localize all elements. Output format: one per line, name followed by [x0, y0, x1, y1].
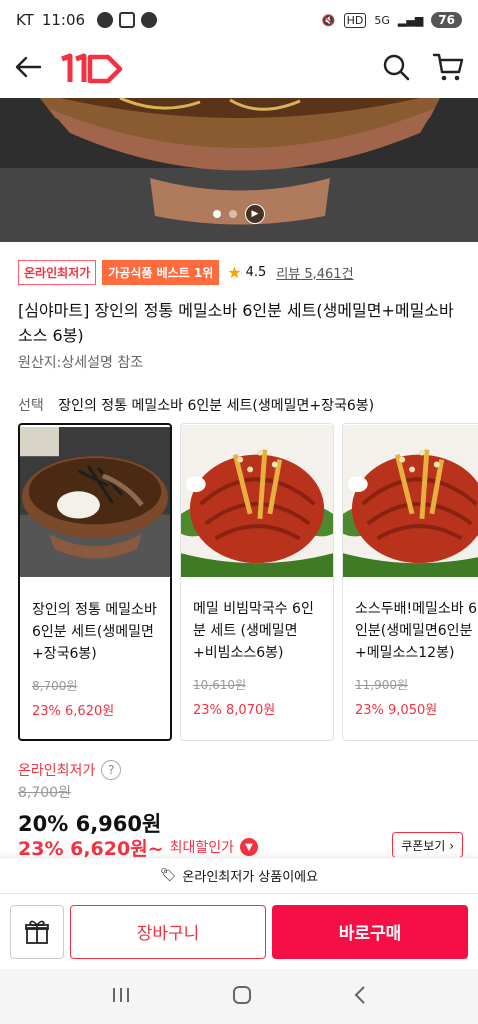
star-icon: ★: [227, 263, 242, 282]
clock: 11:06: [41, 11, 86, 29]
soba-image: [20, 427, 170, 577]
buy-now-button[interactable]: 바로구매: [272, 904, 468, 959]
selected-option-row: 선택 장인의 정통 메밀소바 6인분 세트(생메밀면+장국6봉): [18, 395, 374, 415]
instagram-notification-icon: [119, 12, 136, 28]
product-origin: 원산지:상세설명 참조: [18, 355, 144, 371]
option-list: 장인의 정통 메밀소바 6인분 세트(생메밀면+장국6봉) 8,700원 23%…: [18, 423, 478, 741]
product-title: [심야마트] 장인의 정통 메밀소바 6인분 세트(생메밀면+메밀소바소스 6봉…: [18, 301, 454, 345]
hd-icon: HD: [343, 12, 367, 28]
help-icon[interactable]: ?: [101, 760, 122, 780]
max-discount-price: 23% 6,620원~: [18, 837, 164, 859]
cart-icon[interactable]: [432, 52, 464, 86]
home-icon[interactable]: [231, 984, 253, 1010]
option-card[interactable]: 장인의 정통 메밀소바 6인분 세트(생메밀면+장국6봉) 8,700원 23%…: [18, 423, 172, 741]
option-original-price: 10,610원: [193, 678, 247, 692]
settings-notification-icon: [97, 12, 114, 28]
recent-apps-icon[interactable]: [110, 985, 132, 1009]
option-name: 소스두배!메밀소바 6인분(생메밀면6인분+메밀소스12봉): [355, 601, 478, 661]
option-sale-price: 23% 8,070원: [193, 703, 276, 718]
option-original-price: 8,700원: [32, 679, 78, 693]
play-icon[interactable]: ▶: [245, 204, 265, 224]
chevron-right-icon: ›: [449, 839, 454, 853]
gift-icon: [25, 920, 49, 944]
selected-option-value: 장인의 정통 메밀소바 6인분 세트(생메밀면+장국6봉): [58, 398, 375, 414]
battery-indicator: 76: [431, 12, 462, 28]
back-icon[interactable]: [352, 984, 368, 1010]
option-sale-price: 23% 9,050원: [355, 703, 438, 718]
sauce-soba-image: [343, 425, 478, 577]
app-header: [0, 40, 478, 98]
carousel-dot[interactable]: [229, 210, 237, 218]
carousel-indicator: ▶: [213, 204, 265, 224]
add-to-cart-button[interactable]: 장바구니: [70, 904, 266, 959]
price-block: 온라인최저가 ? 8,700원 20% 6,960원 23% 6,620원~ 최…: [18, 760, 463, 858]
select-label: 선택: [18, 398, 44, 414]
11st-logo[interactable]: [58, 53, 124, 85]
max-discount-label: 최대할인가: [169, 840, 234, 856]
back-arrow-icon[interactable]: [14, 56, 42, 82]
original-price: 8,700원: [18, 785, 71, 801]
carrier-label: KT: [16, 11, 34, 29]
mute-icon: 🔇: [321, 13, 336, 27]
price-label-row: 온라인최저가 ?: [18, 760, 463, 780]
best-seller-badge[interactable]: 가공식품 베스트 1위: [102, 260, 220, 285]
coupon-label: 쿠폰보기: [401, 839, 446, 853]
lowest-price-badge: 온라인최저가: [18, 260, 97, 285]
tag-icon: 🏷: [159, 868, 177, 883]
status-bar: KT 11:06 🔇 HD 5G ▂▄▆ 76: [0, 0, 478, 40]
rating-score: 4.5: [245, 265, 267, 280]
rating[interactable]: ★ 4.5 리뷰 5,461건: [227, 263, 353, 282]
max-discount-row[interactable]: 23% 6,620원~ 최대할인가 ▼: [18, 836, 258, 858]
chat-notification-icon: [141, 12, 158, 28]
option-card[interactable]: 메밀 비빔막국수 6인분 세트 (생메밀면+비빔소스6봉) 10,610원 23…: [180, 423, 334, 741]
price-label: 온라인최저가: [18, 763, 96, 779]
coupon-button[interactable]: 쿠폰보기 ›: [392, 832, 463, 858]
carousel-dot[interactable]: [213, 210, 221, 218]
badge-row: 온라인최저가 가공식품 베스트 1위 ★ 4.5 리뷰 5,461건: [18, 260, 354, 285]
option-card[interactable]: 소스두배!메밀소바 6인분(생메밀면6인분+메밀소스12봉) 11,900원 2…: [342, 423, 478, 741]
option-name: 메밀 비빔막국수 6인분 세트 (생메밀면+비빔소스6봉): [193, 601, 314, 661]
review-count-link[interactable]: 리뷰 5,461건: [276, 263, 353, 282]
gift-button[interactable]: [10, 904, 64, 959]
product-image-carousel[interactable]: ▶: [0, 98, 478, 242]
search-icon[interactable]: [382, 53, 410, 85]
option-name: 장인의 정통 메밀소바 6인분 세트(생메밀면+장국6봉): [32, 602, 157, 662]
network-label: 5G: [374, 13, 390, 27]
bibim-noodle-image: [181, 425, 333, 577]
option-sale-price: 23% 6,620원: [32, 704, 115, 719]
chevron-down-icon[interactable]: ▼: [240, 838, 258, 856]
notice-text: 온라인최저가 상품이에요: [182, 870, 319, 885]
system-nav-bar: [0, 969, 478, 1024]
option-original-price: 11,900원: [355, 678, 409, 692]
purchase-bar: 장바구니 바로구매: [0, 893, 478, 969]
lowest-price-notice: 🏷 온라인최저가 상품이에요: [0, 857, 478, 893]
signal-icon: ▂▄▆: [397, 13, 424, 27]
